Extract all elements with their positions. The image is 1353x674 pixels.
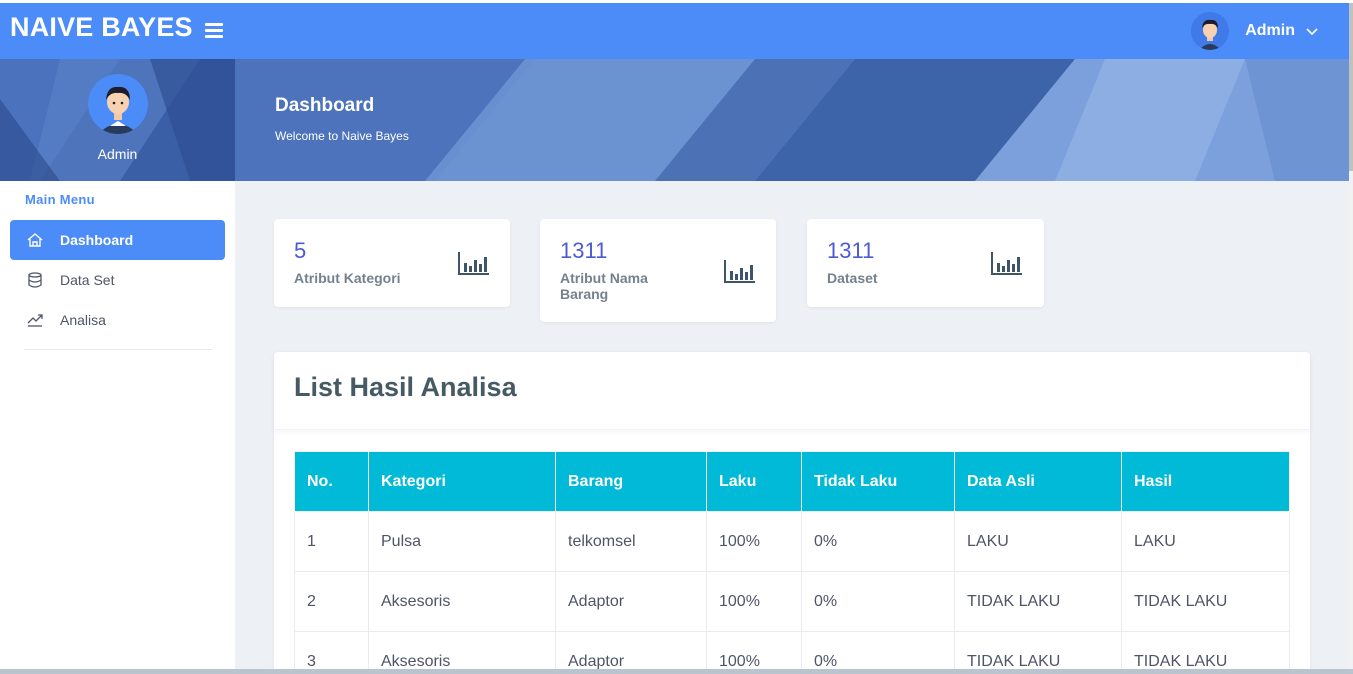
avatar [1191, 12, 1230, 50]
table-row: 1 Pulsa telkomsel 100% 0% LAKU LAKU [294, 511, 1290, 572]
page-subtitle: Welcome to Naive Bayes [275, 129, 409, 143]
cell-barang: Adaptor [555, 631, 707, 674]
trend-chart-icon [27, 314, 43, 327]
menu-divider [24, 349, 212, 350]
cell-data-asli: LAKU [954, 511, 1122, 572]
cell-laku: 100% [706, 631, 802, 674]
stat-value: 5 [294, 238, 307, 263]
cell-hasil: LAKU [1121, 511, 1290, 572]
brand-logo-text[interactable]: NAIVE BAYES [10, 12, 193, 43]
user-dropdown[interactable]: Admin [1191, 12, 1319, 50]
cell-tidak-laku: 0% [801, 631, 955, 674]
card-header: List Hasil Analisa [274, 352, 1310, 430]
sidebar: Admin Main Menu Dashboard Data Set Anali… [0, 59, 235, 674]
page-header-banner: Dashboard Welcome to Naive Bayes [235, 59, 1349, 181]
cell-hasil: TIDAK LAKU [1121, 631, 1290, 674]
bar-chart-icon [458, 252, 489, 275]
menu-section-title: Main Menu [25, 192, 95, 207]
horizontal-scrollbar[interactable] [0, 669, 1353, 674]
cell-no: 3 [294, 631, 369, 674]
database-icon [28, 272, 42, 288]
bar-chart-icon [991, 252, 1022, 275]
sidebar-item-label: Dashboard [60, 232, 134, 248]
sidebar-user-name: Admin [97, 146, 138, 162]
cell-kategori: Aksesoris [368, 571, 556, 632]
avatar [88, 74, 148, 134]
sidebar-item-label: Analisa [60, 312, 106, 328]
stat-label: Atribut Nama Barang [560, 270, 648, 302]
cell-laku: 100% [706, 511, 802, 572]
column-header-hasil: Hasil [1121, 451, 1290, 512]
stat-card-atribut-nama-barang: 1311 Atribut Nama Barang [540, 219, 776, 322]
top-navbar: NAIVE BAYES Admin [0, 3, 1353, 59]
stat-label: Atribut Kategori [294, 270, 401, 286]
column-header-kategori: Kategori [368, 451, 556, 512]
cell-barang: telkomsel [555, 511, 707, 572]
stat-label: Dataset [827, 270, 878, 286]
cell-data-asli: TIDAK LAKU [954, 631, 1122, 674]
scrollbar-thumb[interactable] [1349, 3, 1353, 171]
cell-kategori: Aksesoris [368, 631, 556, 674]
home-icon [27, 233, 43, 247]
page-title: Dashboard [275, 95, 375, 116]
user-profile-panel: Admin [0, 59, 235, 181]
column-header-laku: Laku [706, 451, 802, 512]
column-header-no: No. [294, 451, 369, 512]
stat-value: 1311 [560, 238, 608, 263]
cell-tidak-laku: 0% [801, 511, 955, 572]
cell-hasil: TIDAK LAKU [1121, 571, 1290, 632]
cell-no: 2 [294, 571, 369, 632]
sidebar-item-data-set[interactable]: Data Set [10, 260, 225, 300]
table-row: 2 Aksesoris Adaptor 100% 0% TIDAK LAKU T… [294, 571, 1290, 632]
column-header-tidak-laku: Tidak Laku [801, 451, 955, 512]
cell-barang: Adaptor [555, 571, 707, 632]
stat-card-dataset: 1311 Dataset [807, 219, 1044, 307]
table-header-row: No. Kategori Barang Laku Tidak Laku Data… [294, 451, 1290, 512]
cell-data-asli: TIDAK LAKU [954, 571, 1122, 632]
hamburger-menu-icon[interactable] [205, 23, 223, 39]
header-background-pattern [235, 59, 1349, 181]
stat-card-atribut-kategori: 5 Atribut Kategori [274, 219, 510, 307]
cell-tidak-laku: 0% [801, 571, 955, 632]
sidebar-item-analisa[interactable]: Analisa [10, 300, 225, 340]
column-header-data-asli: Data Asli [954, 451, 1122, 512]
cell-laku: 100% [706, 571, 802, 632]
sidebar-item-dashboard[interactable]: Dashboard [10, 220, 225, 260]
cell-kategori: Pulsa [368, 511, 556, 572]
stat-value: 1311 [827, 238, 875, 263]
sidebar-item-label: Data Set [60, 272, 115, 288]
table-row: 3 Aksesoris Adaptor 100% 0% TIDAK LAKU T… [294, 631, 1290, 674]
user-name: Admin [1245, 22, 1295, 39]
column-header-barang: Barang [555, 451, 707, 512]
chevron-down-icon [1306, 28, 1318, 36]
bar-chart-icon [724, 260, 755, 283]
card-title: List Hasil Analisa [294, 372, 517, 402]
analysis-table: No. Kategori Barang Laku Tidak Laku Data… [294, 451, 1290, 674]
cell-no: 1 [294, 511, 369, 572]
